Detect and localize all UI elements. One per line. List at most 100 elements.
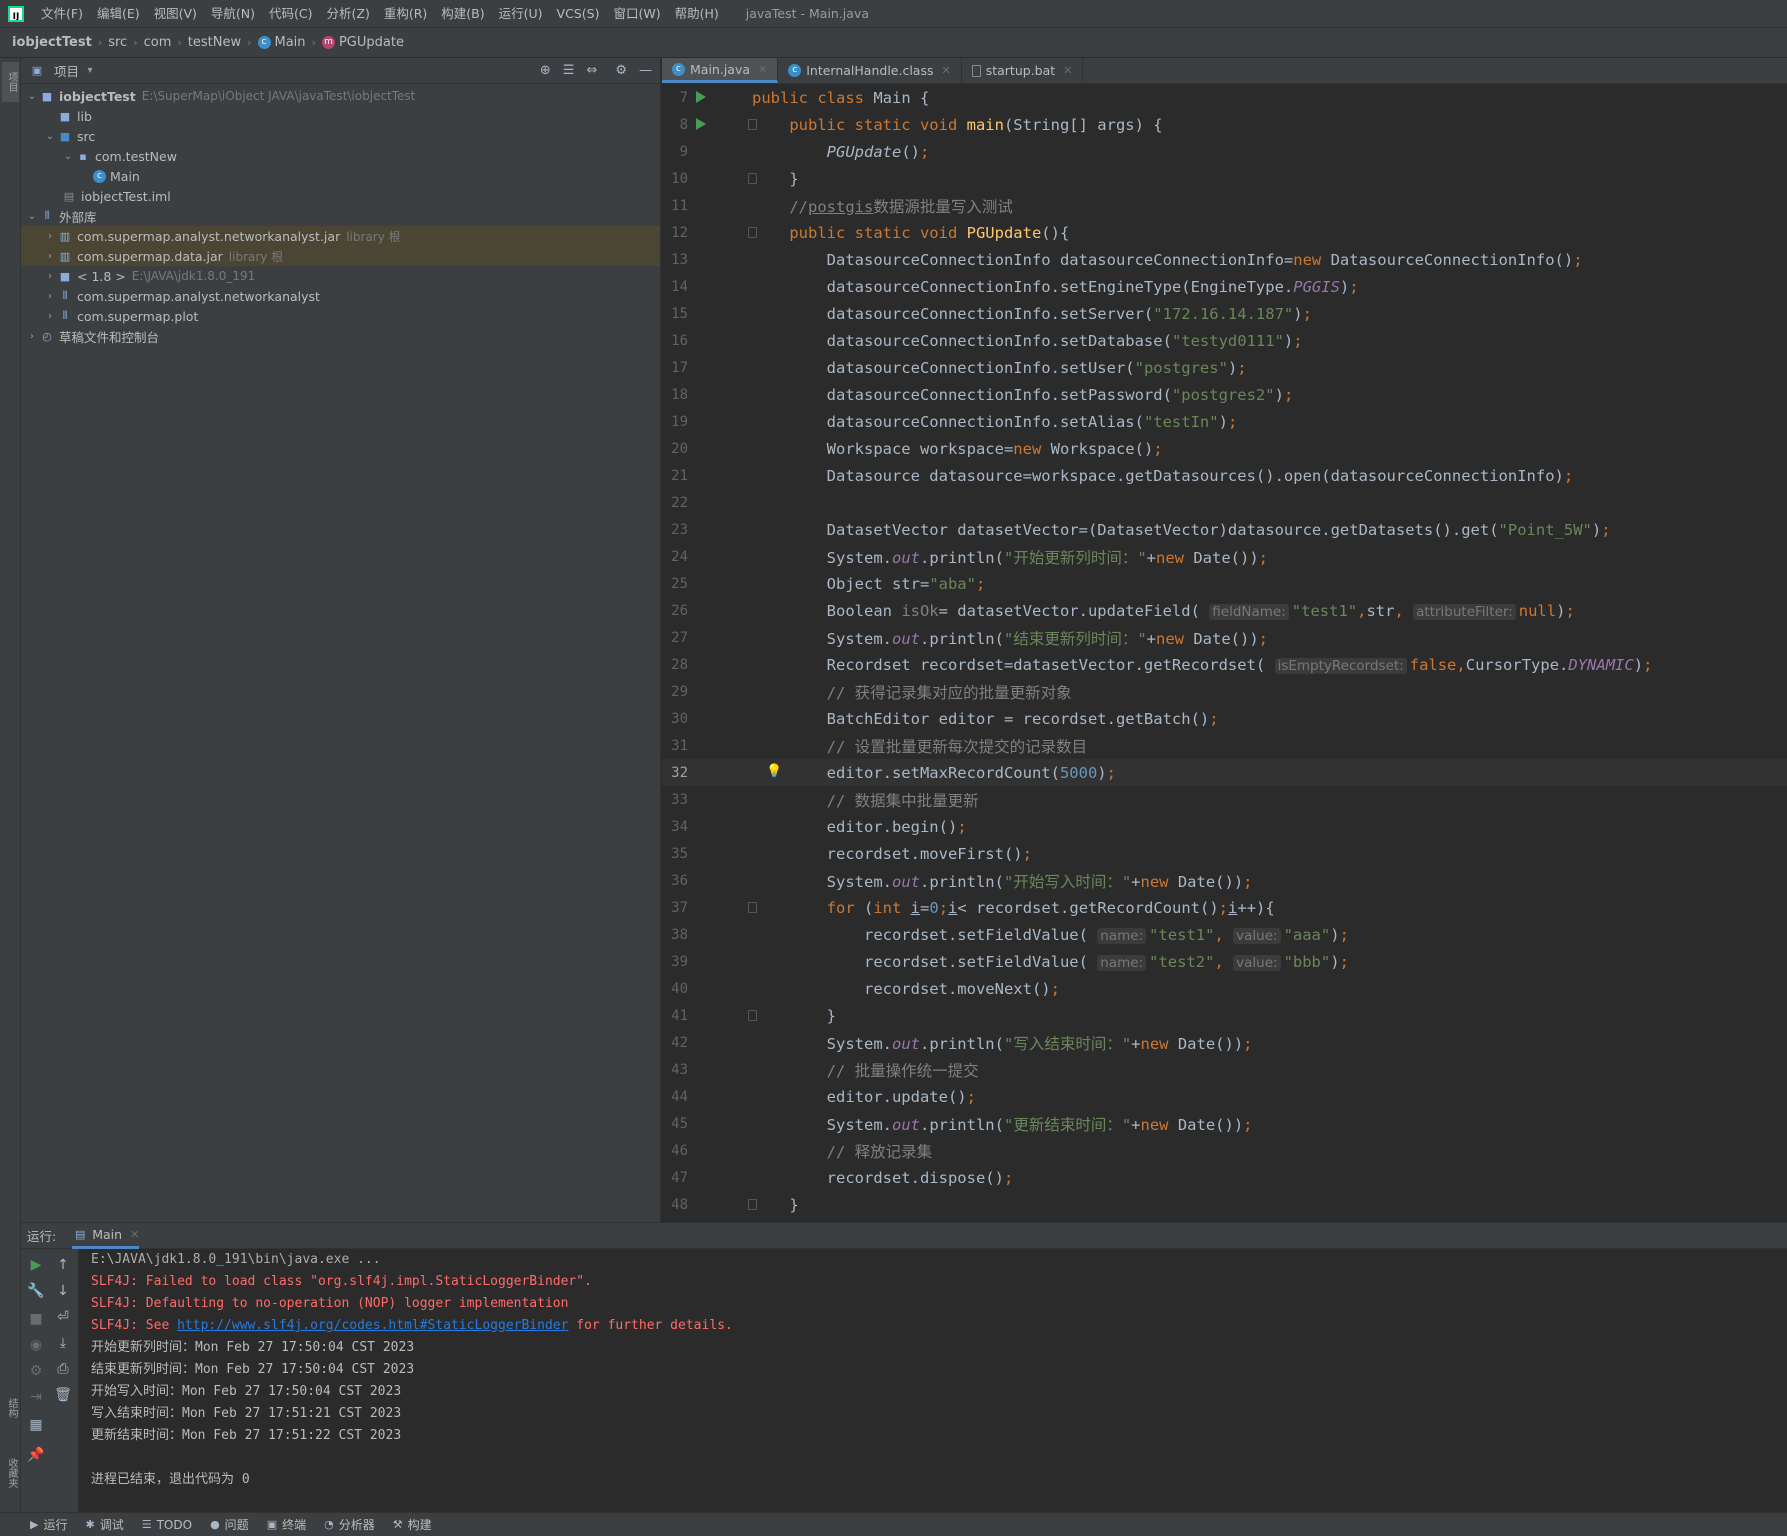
fold-icon[interactable] — [748, 902, 757, 913]
menu-vcs[interactable]: VCS(S) — [550, 0, 607, 28]
code-line[interactable]: 10 } — [662, 165, 1787, 192]
arrow-down-icon[interactable]: ↓ — [54, 1283, 72, 1299]
code-line[interactable]: 37 for (int i=0;i< recordset.getRecordCo… — [662, 894, 1787, 921]
menu-run[interactable]: 运行(U) — [492, 0, 550, 28]
code-line[interactable]: 19 datasourceConnectionInfo.setAlias("te… — [662, 408, 1787, 435]
code-line[interactable]: 28 Recordset recordset=datasetVector.get… — [662, 651, 1787, 678]
code-line[interactable]: 20 Workspace workspace=new Workspace(); — [662, 435, 1787, 462]
chevron-down-icon[interactable]: ▾ — [83, 65, 97, 76]
tab-startup-bat[interactable]: startup.bat ✕ — [962, 58, 1084, 83]
expand-all-icon[interactable]: ☰ — [563, 63, 575, 78]
layout-icon[interactable]: ▦ — [27, 1417, 45, 1433]
tree-item-jdk[interactable]: › ■ < 1.8 > E:\JAVA\jdk1.8.0_191 — [21, 266, 660, 286]
tree-item-main[interactable]: c Main — [21, 166, 660, 186]
code-line[interactable]: 34 editor.begin(); — [662, 813, 1787, 840]
close-icon[interactable]: ✕ — [942, 64, 951, 77]
close-icon[interactable]: ✕ — [1063, 64, 1072, 77]
code-line[interactable]: 35 recordset.moveFirst(); — [662, 840, 1787, 867]
breadcrumb-main[interactable]: Main — [275, 35, 306, 50]
code-line[interactable]: 17 datasourceConnectionInfo.setUser("pos… — [662, 354, 1787, 381]
code-line[interactable]: 41 } — [662, 1002, 1787, 1029]
fold-icon[interactable] — [748, 173, 757, 184]
dump-threads-icon[interactable]: ⚙ — [27, 1363, 45, 1379]
code-line[interactable]: 29 // 获得记录集对应的批量更新对象 — [662, 678, 1787, 705]
code-line[interactable]: 14 datasourceConnectionInfo.setEngineTyp… — [662, 273, 1787, 300]
project-panel-title[interactable]: 项目 — [54, 61, 79, 80]
stop-icon[interactable]: ■ — [27, 1311, 45, 1327]
close-icon[interactable]: ✕ — [130, 1228, 139, 1241]
breadcrumb-pgupdate[interactable]: PGUpdate — [339, 35, 404, 50]
chevron-right-icon[interactable]: › — [43, 311, 57, 322]
tree-item-scratches[interactable]: › ◴ 草稿文件和控制台 — [21, 326, 660, 346]
fold-icon[interactable] — [748, 227, 757, 238]
tree-item-iml[interactable]: ▤ iobjectTest.iml — [21, 186, 660, 206]
code-line[interactable]: 47 recordset.dispose(); — [662, 1164, 1787, 1191]
camera-icon[interactable]: ◉ — [27, 1337, 45, 1353]
code-line-current[interactable]: 32 💡 editor.setMaxRecordCount(5000); — [662, 759, 1787, 786]
code-line[interactable]: 22 — [662, 489, 1787, 516]
tool-debug[interactable]: ✱ 调试 — [85, 1516, 123, 1533]
lightbulb-icon[interactable]: 💡 — [766, 764, 782, 779]
scroll-to-end-icon[interactable]: ⤓ — [54, 1335, 72, 1351]
console-output[interactable]: E:\JAVA\jdk1.8.0_191\bin\java.exe ... SL… — [91, 1249, 1787, 1491]
code-line[interactable]: 15 datasourceConnectionInfo.setServer("1… — [662, 300, 1787, 327]
code-line[interactable]: 21 Datasource datasource=workspace.getDa… — [662, 462, 1787, 489]
code-line[interactable]: 45 System.out.println("更新结束时间："+new Date… — [662, 1110, 1787, 1137]
breadcrumb-com[interactable]: com — [144, 35, 172, 50]
menu-window[interactable]: 窗口(W) — [606, 0, 667, 28]
tool-problems[interactable]: ● 问题 — [210, 1516, 249, 1533]
code-line[interactable]: 25 Object str="aba"; — [662, 570, 1787, 597]
tree-item-package[interactable]: ⌄ ▪ com.testNew — [21, 146, 660, 166]
tree-item-jar-networkanalyst[interactable]: › ▥ com.supermap.analyst.networkanalyst.… — [21, 226, 660, 246]
code-line[interactable]: 27 System.out.println("结束更新列时间："+new Dat… — [662, 624, 1787, 651]
fold-icon[interactable] — [748, 1010, 757, 1021]
hide-icon[interactable]: — — [639, 63, 652, 78]
soft-wrap-icon[interactable]: ⏎ — [54, 1309, 72, 1325]
chevron-right-icon[interactable]: › — [43, 271, 57, 282]
breadcrumb-project[interactable]: iobjectTest — [12, 35, 92, 50]
trash-icon[interactable]: 🗑 — [54, 1387, 72, 1403]
project-tool-button[interactable]: 项目 — [2, 62, 19, 102]
code-line[interactable]: 9 PGUpdate(); — [662, 138, 1787, 165]
code-line[interactable]: 7 public class Main { — [662, 84, 1787, 111]
structure-tool-button[interactable]: 结构 — [2, 1383, 19, 1433]
fold-icon[interactable] — [748, 119, 757, 130]
tree-item-lib-plot[interactable]: › ⫴ com.supermap.plot — [21, 306, 660, 326]
print-icon[interactable]: ⎙ — [54, 1361, 72, 1377]
code-line[interactable]: 42 System.out.println("写入结束时间："+new Date… — [662, 1029, 1787, 1056]
tree-item-src[interactable]: ⌄ ■ src — [21, 126, 660, 146]
tab-main-java[interactable]: c Main.java ✕ — [662, 58, 779, 83]
code-line[interactable]: 18 datasourceConnectionInfo.setPassword(… — [662, 381, 1787, 408]
code-line[interactable]: 39 recordset.setFieldValue( name: "test2"… — [662, 948, 1787, 975]
code-line[interactable]: 40 recordset.moveNext(); — [662, 975, 1787, 1002]
menu-edit[interactable]: 编辑(E) — [90, 0, 147, 28]
code-line[interactable]: 16 datasourceConnectionInfo.setDatabase(… — [662, 327, 1787, 354]
code-line[interactable]: 23 DatasetVector datasetVector=(DatasetV… — [662, 516, 1787, 543]
arrow-up-icon[interactable]: ↑ — [54, 1257, 72, 1273]
run-icon[interactable] — [696, 118, 706, 130]
code-line[interactable]: 26 Boolean isOk= datasetVector.updateFie… — [662, 597, 1787, 624]
console-link[interactable]: http://www.slf4j.org/codes.html#StaticLo… — [177, 1318, 568, 1333]
menu-view[interactable]: 视图(V) — [147, 0, 204, 28]
menu-file[interactable]: 文件(F) — [34, 0, 90, 28]
code-line[interactable]: 30 BatchEditor editor = recordset.getBat… — [662, 705, 1787, 732]
breadcrumb-src[interactable]: src — [108, 35, 127, 50]
menu-help[interactable]: 帮助(H) — [668, 0, 726, 28]
tool-profiler[interactable]: ◔ 分析器 — [324, 1516, 375, 1533]
tab-internalhandle-class[interactable]: c InternalHandle.class ✕ — [778, 58, 962, 83]
menu-refactor[interactable]: 重构(R) — [377, 0, 434, 28]
code-line[interactable]: 31 // 设置批量更新每次提交的记录数目 — [662, 732, 1787, 759]
chevron-down-icon[interactable]: ⌄ — [61, 151, 75, 162]
wrench-icon[interactable]: 🔧 — [27, 1283, 45, 1299]
gear-icon[interactable]: ⚙ — [615, 63, 627, 78]
tool-terminal[interactable]: ▣ 终端 — [267, 1516, 306, 1533]
chevron-down-icon[interactable]: ⌄ — [25, 91, 39, 102]
code-line[interactable]: 11 //postgis数据源批量写入测试 — [662, 192, 1787, 219]
code-area[interactable]: 7 public class Main { 8 public static voi… — [662, 84, 1787, 1218]
close-icon[interactable]: ✕ — [758, 63, 767, 76]
menu-analyze[interactable]: 分析(Z) — [320, 0, 377, 28]
rerun-icon[interactable]: ▶ — [27, 1257, 45, 1273]
code-line[interactable]: 12 public static void PGUpdate(){ — [662, 219, 1787, 246]
chevron-down-icon[interactable]: ⌄ — [25, 211, 39, 222]
code-line[interactable]: 33 // 数据集中批量更新 — [662, 786, 1787, 813]
